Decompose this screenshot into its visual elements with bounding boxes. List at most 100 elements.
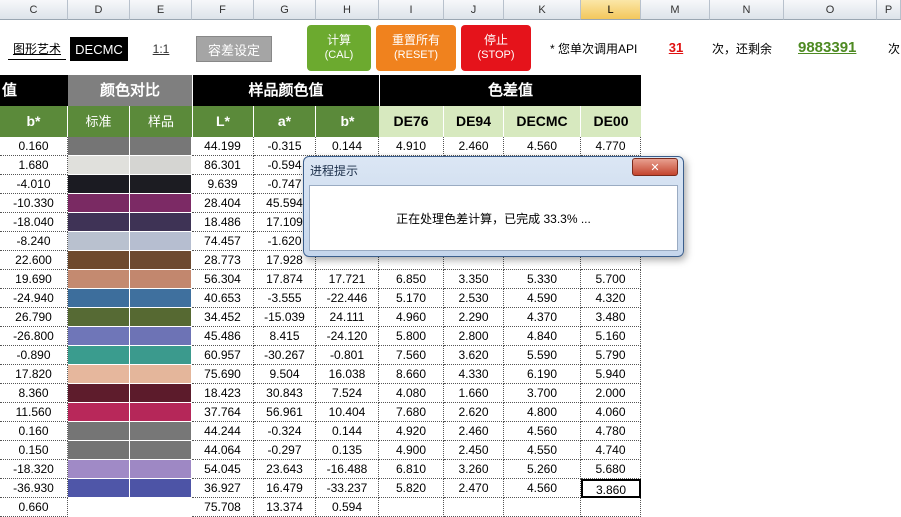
table-cell-a[interactable]: -15.039	[254, 308, 316, 327]
table-cell-de00[interactable]: 5.160	[581, 327, 641, 346]
table-cell-b[interactable]: 0.160	[0, 137, 68, 156]
table-cell-b[interactable]: -0.890	[0, 346, 68, 365]
table-cell-de94[interactable]: 2.460	[444, 137, 504, 156]
table-cell-a[interactable]: -3.555	[254, 289, 316, 308]
column-header-l[interactable]: L	[581, 0, 641, 20]
table-cell-L[interactable]: 18.423	[192, 384, 254, 403]
table-cell-a[interactable]: -30.267	[254, 346, 316, 365]
sample-swatch[interactable]	[130, 460, 192, 479]
table-cell-de76[interactable]: 4.910	[379, 137, 444, 156]
table-cell-de00[interactable]: 5.790	[581, 346, 641, 365]
table-cell-a[interactable]: -0.297	[254, 441, 316, 460]
table-cell-bb[interactable]: -24.120	[316, 327, 379, 346]
table-cell-de00[interactable]: 5.700	[581, 270, 641, 289]
column-header-d[interactable]: D	[68, 0, 130, 20]
table-cell-b[interactable]: 26.790	[0, 308, 68, 327]
standard-swatch[interactable]	[68, 498, 130, 517]
table-cell-de00[interactable]: 4.780	[581, 422, 641, 441]
table-cell-L[interactable]: 44.064	[192, 441, 254, 460]
table-cell-a[interactable]: 8.415	[254, 327, 316, 346]
table-cell-L[interactable]: 9.639	[192, 175, 254, 194]
table-cell-bb[interactable]: 0.135	[316, 441, 379, 460]
table-cell-L[interactable]: 45.486	[192, 327, 254, 346]
table-cell-b[interactable]: -4.010	[0, 175, 68, 194]
sample-swatch[interactable]	[130, 498, 192, 517]
table-cell-de00[interactable]: 4.740	[581, 441, 641, 460]
table-cell-a[interactable]: -0.315	[254, 137, 316, 156]
table-cell-bb[interactable]: -16.488	[316, 460, 379, 479]
table-cell-a[interactable]: 30.843	[254, 384, 316, 403]
table-cell-a[interactable]: -0.324	[254, 422, 316, 441]
standard-swatch[interactable]	[68, 251, 130, 270]
column-header-i[interactable]: I	[379, 0, 444, 20]
sample-swatch[interactable]	[130, 289, 192, 308]
sample-swatch[interactable]	[130, 384, 192, 403]
column-header-g[interactable]: G	[254, 0, 316, 20]
sample-swatch[interactable]	[130, 175, 192, 194]
reset-button[interactable]: 重置所有 (RESET)	[376, 25, 456, 71]
table-cell-L[interactable]: 75.708	[192, 498, 254, 517]
sample-swatch[interactable]	[130, 270, 192, 289]
table-cell-de94[interactable]: 3.260	[444, 460, 504, 479]
table-cell-de94[interactable]: 3.620	[444, 346, 504, 365]
table-cell-L[interactable]: 74.457	[192, 232, 254, 251]
table-cell-decmc[interactable]: 4.800	[504, 403, 581, 422]
table-cell-de76[interactable]: 4.080	[379, 384, 444, 403]
table-cell-a[interactable]: 9.504	[254, 365, 316, 384]
sample-swatch[interactable]	[130, 479, 192, 498]
table-cell-de94[interactable]: 2.290	[444, 308, 504, 327]
table-cell-L[interactable]: 54.045	[192, 460, 254, 479]
table-cell-bb[interactable]: -33.237	[316, 479, 379, 498]
table-cell-decmc[interactable]: 5.590	[504, 346, 581, 365]
table-cell-a[interactable]: 16.479	[254, 479, 316, 498]
table-cell-de76[interactable]: 5.170	[379, 289, 444, 308]
standard-swatch[interactable]	[68, 327, 130, 346]
table-cell-b[interactable]: 8.360	[0, 384, 68, 403]
table-cell-a[interactable]: 56.961	[254, 403, 316, 422]
table-cell-bb[interactable]: 0.144	[316, 137, 379, 156]
table-cell-de76[interactable]: 5.800	[379, 327, 444, 346]
formula-cell[interactable]: DECMC	[70, 37, 128, 61]
table-cell-b[interactable]: 0.660	[0, 498, 68, 517]
tolerance-button[interactable]: 容差设定	[196, 36, 272, 62]
standard-swatch[interactable]	[68, 441, 130, 460]
table-cell-de76[interactable]: 7.560	[379, 346, 444, 365]
table-cell-b[interactable]: 11.560	[0, 403, 68, 422]
table-cell-bb[interactable]: -0.801	[316, 346, 379, 365]
table-cell-bb[interactable]: 0.594	[316, 498, 379, 517]
table-cell-de00[interactable]: 4.320	[581, 289, 641, 308]
table-cell-de76[interactable]: 8.660	[379, 365, 444, 384]
standard-swatch[interactable]	[68, 384, 130, 403]
standard-swatch[interactable]	[68, 479, 130, 498]
table-cell-L[interactable]: 40.653	[192, 289, 254, 308]
table-cell-decmc[interactable]: 4.370	[504, 308, 581, 327]
table-cell-decmc[interactable]: 3.700	[504, 384, 581, 403]
sample-swatch[interactable]	[130, 346, 192, 365]
table-cell-de00[interactable]: 5.680	[581, 460, 641, 479]
table-cell-b[interactable]: -24.940	[0, 289, 68, 308]
table-cell-de94[interactable]: 1.660	[444, 384, 504, 403]
standard-swatch[interactable]	[68, 365, 130, 384]
standard-swatch[interactable]	[68, 289, 130, 308]
sample-swatch[interactable]	[130, 441, 192, 460]
table-cell-de94[interactable]: 3.350	[444, 270, 504, 289]
table-cell-de94[interactable]: 2.470	[444, 479, 504, 498]
table-cell-L[interactable]: 75.690	[192, 365, 254, 384]
table-cell-decmc[interactable]	[504, 498, 581, 517]
table-cell-de94[interactable]: 2.800	[444, 327, 504, 346]
dialog-close-button[interactable]: ✕	[632, 158, 678, 176]
table-cell-b[interactable]: 0.150	[0, 441, 68, 460]
table-cell-decmc[interactable]: 4.560	[504, 479, 581, 498]
table-cell-decmc[interactable]: 4.560	[504, 422, 581, 441]
sample-swatch[interactable]	[130, 365, 192, 384]
table-cell-L[interactable]: 60.957	[192, 346, 254, 365]
table-cell-decmc[interactable]: 5.260	[504, 460, 581, 479]
standard-swatch[interactable]	[68, 308, 130, 327]
sample-swatch[interactable]	[130, 251, 192, 270]
table-cell-b[interactable]: -10.330	[0, 194, 68, 213]
table-cell-bb[interactable]: 16.038	[316, 365, 379, 384]
table-cell-de94[interactable]: 4.330	[444, 365, 504, 384]
table-cell-de00[interactable]: 4.770	[581, 137, 641, 156]
table-cell-de76[interactable]: 4.920	[379, 422, 444, 441]
table-cell-de94[interactable]: 2.620	[444, 403, 504, 422]
